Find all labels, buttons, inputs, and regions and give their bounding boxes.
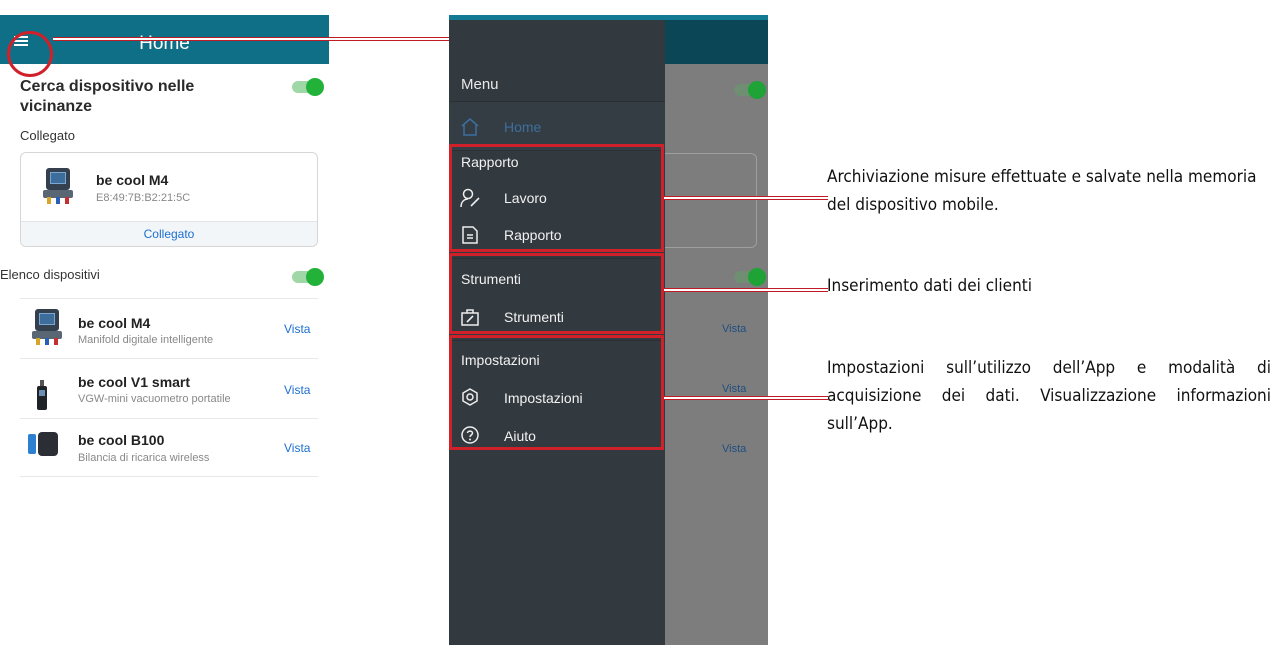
view-button[interactable]: Vista xyxy=(284,383,310,397)
device-name: be cool V1 smart xyxy=(78,374,191,390)
highlight-box-rapporto xyxy=(449,144,664,252)
device-description: Bilancia di ricarica wireless xyxy=(78,452,210,464)
device-name: be cool B100 xyxy=(78,432,165,448)
view-button-dimmed: Vista xyxy=(722,443,747,455)
connected-card-dimmed xyxy=(659,153,757,248)
view-button[interactable]: Vista xyxy=(284,441,310,455)
highlight-box-impostazioni xyxy=(449,335,664,450)
connector-line xyxy=(664,288,828,292)
manifold-device-icon xyxy=(43,168,73,204)
nearby-search-toggle-dimmed xyxy=(734,81,766,99)
divider xyxy=(20,476,318,477)
connected-device-card[interactable]: be cool M4 E8:49:7B:B2:21:5C Collegato xyxy=(20,152,318,247)
annotation-strumenti: Inserimento dati dei clienti xyxy=(827,276,1033,296)
devices-list-toggle[interactable] xyxy=(292,268,324,286)
connected-label: Collegato xyxy=(20,128,75,143)
drawer-title: Menu xyxy=(461,76,499,93)
connector-line xyxy=(53,37,449,41)
divider xyxy=(20,358,318,359)
home-screen: Home Cerca dispositivo nelle vicinanze C… xyxy=(0,15,329,495)
divider xyxy=(20,418,318,419)
nearby-search-title: Cerca dispositivo nelle vicinanze xyxy=(20,78,195,115)
devices-toggle-dimmed xyxy=(734,268,766,286)
devices-list-label: Elenco dispositivi xyxy=(0,267,100,282)
view-button[interactable]: Vista xyxy=(284,322,310,336)
annotation-rapporto: Archiviazione misure effettuate e salvat… xyxy=(827,167,1257,215)
connector-line xyxy=(664,196,828,200)
scale-device-icon xyxy=(28,432,58,456)
connected-status-button[interactable]: Collegato xyxy=(21,221,317,246)
annotation-impostazioni: Impostazioni sull’utilizzo dell’App e mo… xyxy=(827,358,1271,434)
nearby-search-toggle[interactable] xyxy=(292,78,324,96)
device-name: be cool M4 xyxy=(78,315,151,331)
connected-device-mac: E8:49:7B:B2:21:5C xyxy=(96,192,191,204)
view-button-dimmed: Vista xyxy=(722,323,747,335)
device-description: VGW-mini vacuometro portatile xyxy=(78,393,231,405)
highlight-box-strumenti xyxy=(449,253,664,334)
divider xyxy=(20,298,318,299)
home-icon xyxy=(461,118,479,136)
view-button-dimmed: Vista xyxy=(722,383,747,395)
connector-line xyxy=(664,396,828,400)
vacuum-gauge-icon xyxy=(36,380,48,410)
manifold-device-icon xyxy=(32,309,62,345)
menu-highlight-circle xyxy=(7,31,53,77)
drawer-item-label: Home xyxy=(504,119,542,135)
connected-device-name: be cool M4 xyxy=(96,172,169,188)
device-description: Manifold digitale intelligente xyxy=(78,334,214,346)
